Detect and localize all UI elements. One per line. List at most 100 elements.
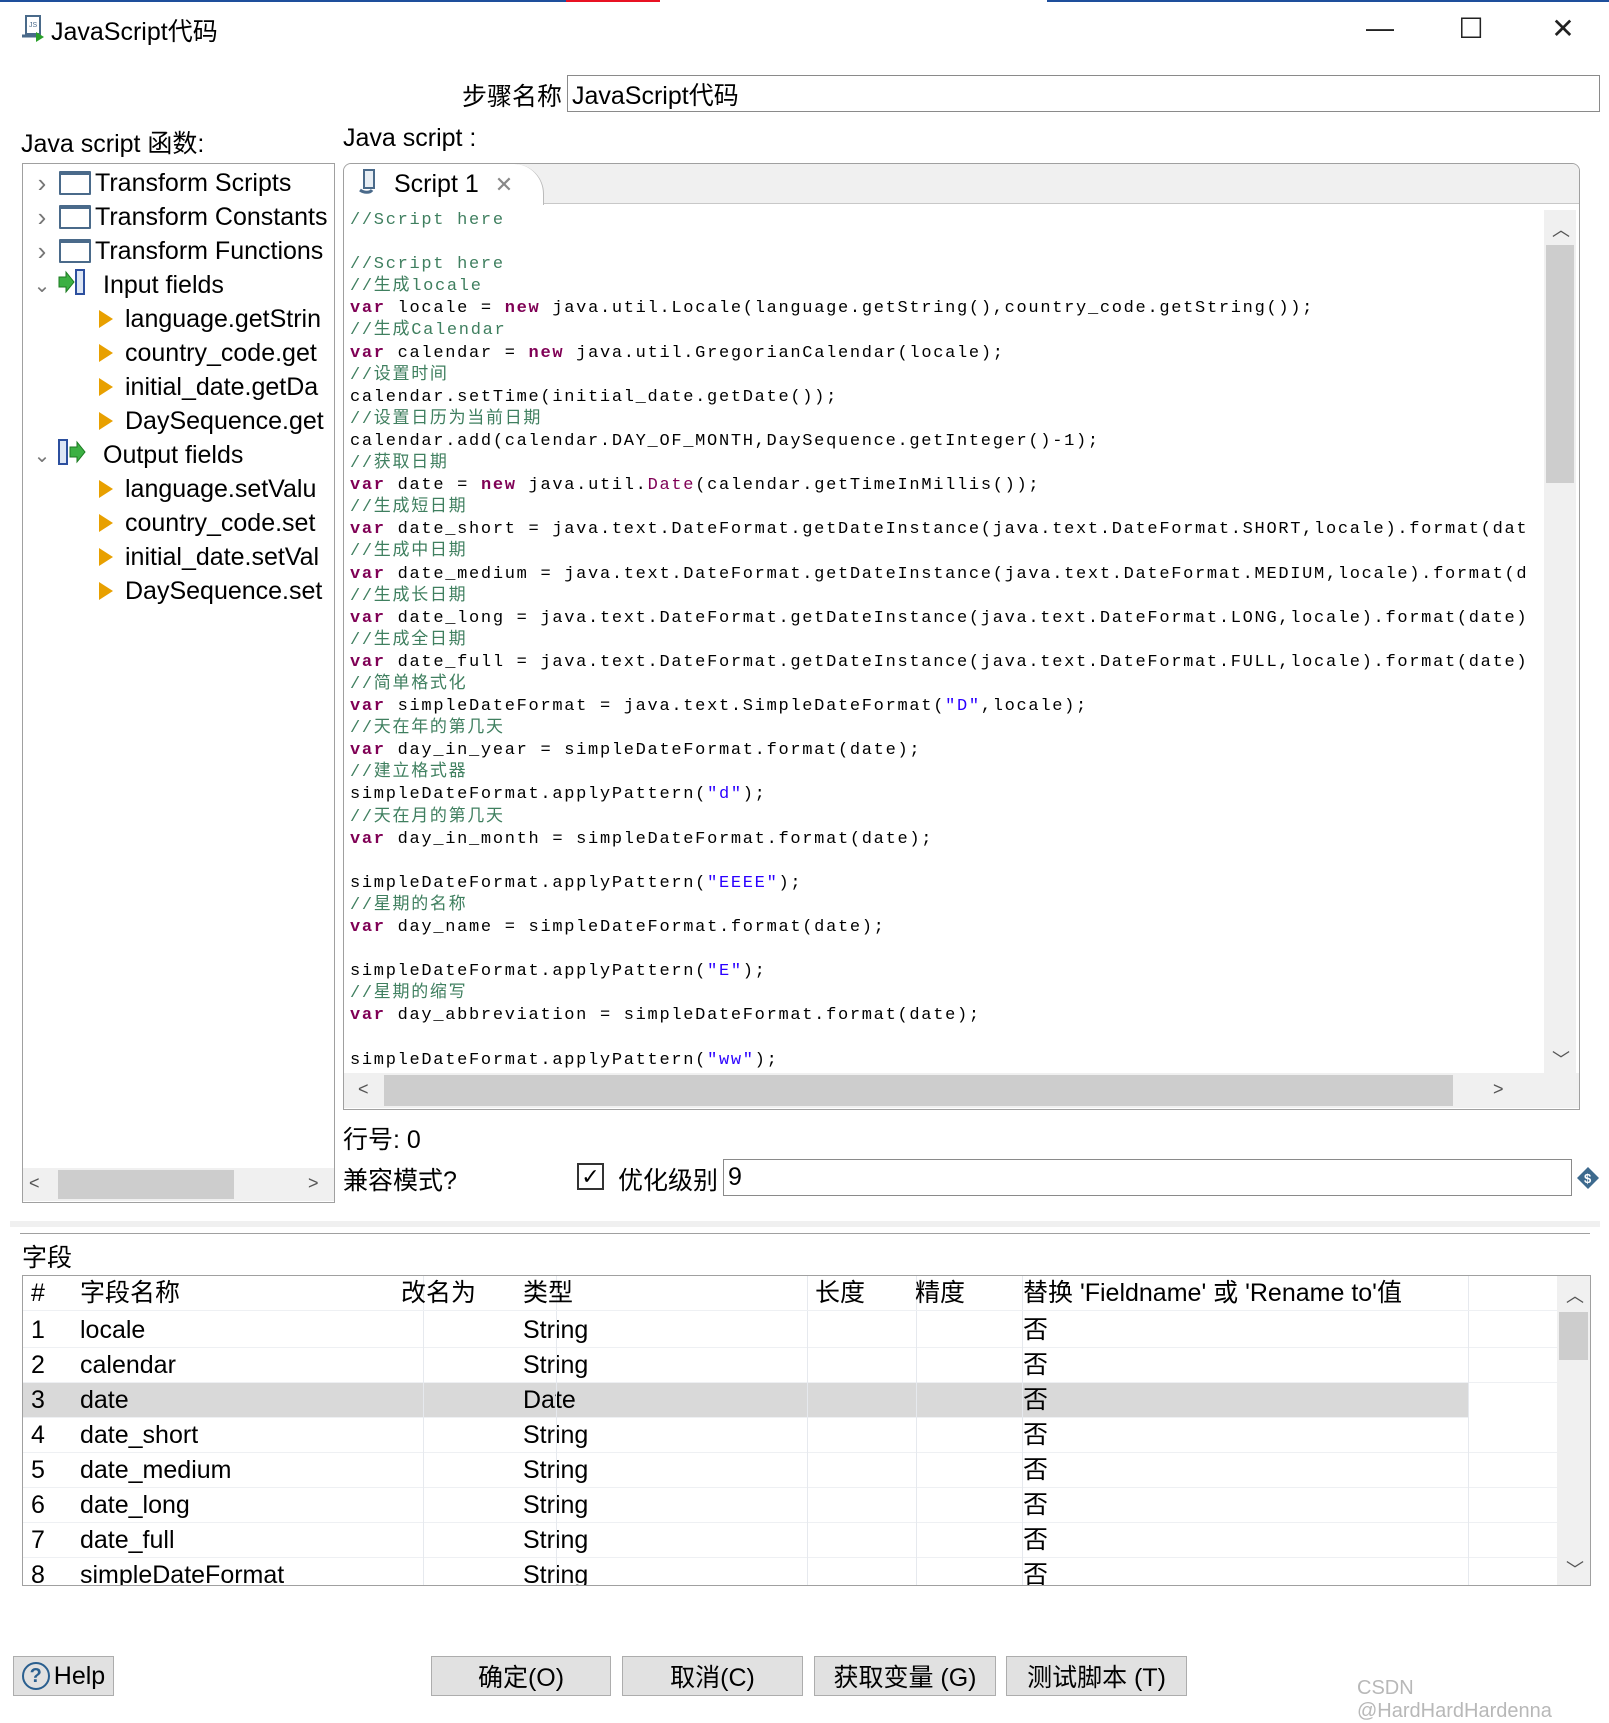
tree-scroll-thumb[interactable] <box>58 1170 234 1199</box>
column-header[interactable]: 长度 <box>815 1276 865 1311</box>
scroll-right-arrow[interactable]: > <box>1493 1079 1504 1100</box>
column-header[interactable]: 类型 <box>523 1276 573 1311</box>
variable-icon[interactable]: $ <box>1576 1166 1600 1195</box>
table-row[interactable]: 8 simpleDateFormat String 否 <box>23 1558 1557 1585</box>
code-horizontal-scrollbar[interactable]: < > <box>344 1073 1579 1108</box>
close-button[interactable]: ✕ <box>1538 8 1588 48</box>
test-script-button[interactable]: 测试脚本 (T) <box>1006 1656 1187 1696</box>
table-vscroll-thumb[interactable] <box>1559 1312 1588 1360</box>
table-cell[interactable]: 6 <box>31 1488 45 1523</box>
chevron-right-icon[interactable]: › <box>31 236 53 267</box>
table-row[interactable]: 3 date Date 否 <box>23 1383 1468 1418</box>
cancel-button[interactable]: 取消(C) <box>622 1656 803 1696</box>
table-row[interactable]: 4 date_short String 否 <box>23 1418 1557 1453</box>
code-text: java.util.Locale(language.getString(),co… <box>540 299 1315 319</box>
table-cell[interactable]: locale <box>80 1313 145 1348</box>
tree-horizontal-scrollbar[interactable]: < > <box>23 1168 334 1201</box>
table-row[interactable]: 2 calendar String 否 <box>23 1348 1557 1383</box>
code-vscroll-thumb[interactable] <box>1546 245 1574 483</box>
chevron-right-icon[interactable]: › <box>31 202 53 233</box>
field-icon <box>99 514 113 532</box>
code-comment: //天在年的第几天 <box>350 719 505 739</box>
table-row[interactable]: 7 date_full String 否 <box>23 1523 1557 1558</box>
tree-item[interactable]: › Transform Scripts <box>31 166 292 200</box>
table-cell[interactable]: 5 <box>31 1453 45 1488</box>
optimization-input[interactable]: 9 <box>723 1159 1572 1196</box>
tree-item[interactable]: › Transform Constants <box>31 200 328 234</box>
scroll-down-arrow[interactable]: ﹀ <box>1552 1046 1570 1072</box>
get-variables-button[interactable]: 获取变量 (G) <box>814 1656 996 1696</box>
column-header[interactable]: # <box>31 1276 45 1311</box>
table-cell[interactable]: date_long <box>80 1488 190 1523</box>
column-header[interactable]: 精度 <box>915 1276 965 1311</box>
scroll-right-arrow[interactable]: > <box>308 1173 319 1194</box>
code-line: //建立格式器 <box>350 762 1542 784</box>
code-vertical-scrollbar[interactable]: ︿ ﹀ <box>1544 210 1576 1073</box>
table-cell[interactable]: 8 <box>31 1558 45 1585</box>
compat-mode-checkbox[interactable]: ✓ <box>577 1163 604 1190</box>
code-text: simpleDateFormat = java.text.SimpleDateF… <box>385 697 946 717</box>
tree-item[interactable]: ⌄ Input fields <box>31 268 224 302</box>
table-cell[interactable]: date <box>80 1383 129 1418</box>
table-vertical-scrollbar[interactable]: ︿ ﹀ <box>1557 1276 1590 1585</box>
code-line: //生成中日期 <box>350 541 1542 563</box>
table-row[interactable]: 6 date_long String 否 <box>23 1488 1557 1523</box>
code-hscroll-thumb[interactable] <box>384 1075 1453 1106</box>
table-cell[interactable]: 2 <box>31 1348 45 1383</box>
tree-item[interactable]: DaySequence.set <box>99 574 322 608</box>
table-cell[interactable]: 否 <box>1023 1348 1048 1383</box>
table-cell[interactable]: 否 <box>1023 1453 1048 1488</box>
scroll-left-arrow[interactable]: < <box>358 1079 369 1100</box>
code-comment: //星期的名称 <box>350 895 468 915</box>
close-tab-icon[interactable]: ✕ <box>495 172 513 198</box>
tree-item[interactable]: language.getStrin <box>99 302 321 336</box>
table-cell[interactable]: Date <box>523 1383 576 1418</box>
code-string: "ww" <box>707 1050 755 1070</box>
code-keyword: var <box>350 343 386 363</box>
scroll-up-arrow[interactable]: ︿ <box>1552 216 1570 242</box>
table-cell[interactable]: calendar <box>80 1348 176 1383</box>
scroll-up-arrow[interactable]: ︿ <box>1566 1282 1584 1308</box>
column-header[interactable]: 替换 'Fieldname' 或 'Rename to'值 <box>1023 1276 1402 1311</box>
scroll-down-arrow[interactable]: ﹀ <box>1566 1556 1584 1582</box>
scroll-left-arrow[interactable]: < <box>29 1173 40 1194</box>
tab-script-1[interactable]: Script 1 ✕ <box>344 164 544 205</box>
table-cell[interactable]: 3 <box>31 1383 45 1418</box>
table-cell[interactable]: date_full <box>80 1523 175 1558</box>
help-button[interactable]: ? Help <box>13 1656 114 1696</box>
tree-item[interactable]: country_code.get <box>99 336 317 370</box>
column-header[interactable]: 改名为 <box>401 1276 476 1311</box>
table-cell[interactable]: 1 <box>31 1313 45 1348</box>
table-row[interactable]: 1 locale String 否 <box>23 1313 1557 1348</box>
table-cell[interactable]: 4 <box>31 1418 45 1453</box>
tree-item[interactable]: ⌄ Output fields <box>31 438 243 472</box>
table-cell[interactable]: date_short <box>80 1418 198 1453</box>
table-cell[interactable]: 否 <box>1023 1313 1048 1348</box>
table-cell[interactable]: 否 <box>1023 1418 1048 1453</box>
tree-item[interactable]: initial_date.getDa <box>99 370 318 404</box>
table-cell[interactable]: 否 <box>1023 1558 1048 1585</box>
tree-item[interactable]: language.setValu <box>99 472 316 506</box>
maximize-button[interactable]: ☐ <box>1446 8 1496 48</box>
column-header[interactable]: 字段名称 <box>80 1276 180 1311</box>
tree-item[interactable]: › Transform Functions <box>31 234 324 268</box>
table-row[interactable]: 5 date_medium String 否 <box>23 1453 1557 1488</box>
chevron-down-icon[interactable]: ⌄ <box>31 273 53 298</box>
table-cell[interactable]: date_medium <box>80 1453 231 1488</box>
chevron-right-icon[interactable]: › <box>31 168 53 199</box>
tree-item[interactable]: DaySequence.get <box>99 404 324 438</box>
table-cell[interactable]: 否 <box>1023 1383 1048 1418</box>
table-cell[interactable]: simpleDateFormat <box>80 1558 284 1585</box>
chevron-down-icon[interactable]: ⌄ <box>31 443 53 468</box>
minimize-button[interactable]: — <box>1355 8 1405 48</box>
tree-item-label: language.setValu <box>125 474 317 503</box>
step-name-input[interactable]: JavaScript代码 <box>567 75 1600 112</box>
code-line: var calendar = new java.util.GregorianCa… <box>350 343 1542 365</box>
table-cell[interactable]: 否 <box>1023 1523 1048 1558</box>
tree-item[interactable]: country_code.set <box>99 506 315 540</box>
code-area[interactable]: //Script here//Script here//生成locale var … <box>350 210 1542 1070</box>
table-cell[interactable]: 否 <box>1023 1488 1048 1523</box>
tree-item[interactable]: initial_date.setVal <box>99 540 319 574</box>
ok-button[interactable]: 确定(O) <box>431 1656 611 1696</box>
table-cell[interactable]: 7 <box>31 1523 45 1558</box>
